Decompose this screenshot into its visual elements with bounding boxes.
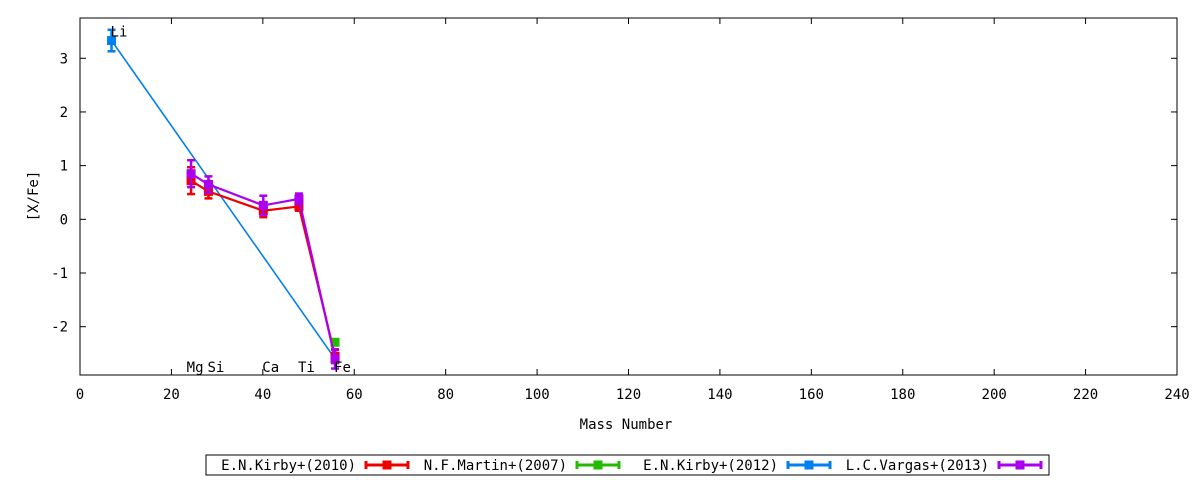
y-tick-label: 3 [60,51,68,67]
plot-border [79,17,1178,376]
x-tick-label: 160 [799,387,824,403]
x-tick-label: 40 [254,387,271,403]
legend-label: L.C.Vargas+(2013) [846,458,989,474]
element-label: Mg [187,360,204,376]
legend-label: N.F.Martin+(2007) [424,458,567,474]
y-tick-label: 2 [60,105,68,121]
element-label: Ca [262,360,279,376]
x-tick-label: 180 [890,387,915,403]
x-tick-label: 0 [76,387,84,403]
y-tick-label: 1 [60,159,68,175]
x-tick-label: 220 [1073,387,1098,403]
y-tick-label: 0 [60,212,68,228]
y-tick-label: -1 [51,266,68,282]
x-tick-label: 60 [346,387,363,403]
x-tick-label: 20 [163,387,180,403]
element-label: Si [207,360,224,376]
x-tick-label: 80 [437,387,454,403]
y-axis-label: [X/Fe] [26,171,42,222]
data-point [294,194,304,204]
x-tick-label: 120 [616,387,641,403]
x-tick-label: 100 [524,387,549,403]
data-point [186,169,196,179]
x-tick-label: 240 [1164,387,1189,403]
series-4 [186,159,340,370]
y-tick-label: -2 [51,320,68,336]
legend-marker [382,460,392,470]
plot-frame [79,17,1178,376]
element-label: Li [111,24,128,40]
y-axis-ticks: -2 -1 0 1 2 3 [51,51,1177,336]
data-point [203,179,213,189]
element-label: Fe [334,360,351,376]
series-layer [107,28,340,370]
legend-label: E.N.Kirby+(2010) [221,458,356,474]
x-tick-label: 140 [707,387,732,403]
x-tick-label: 200 [982,387,1007,403]
legend-marker [593,460,603,470]
data-point [258,200,268,210]
chart: 0 20 40 60 80 100 120 140 160 180 200 220 240 -2 -1 0 1… [26,17,1190,476]
legend-marker [804,460,814,470]
element-label: Ti [298,360,315,376]
x-axis-ticks: 0 20 40 60 80 100 120 140 160 180 200 220 240 [76,18,1190,403]
legend-marker [1015,460,1025,470]
legend-label: E.N.Kirby+(2012) [643,458,778,474]
legend: E.N.Kirby+(2010) N.F.Martin+(2007) E.N.Kir… [205,454,1050,476]
x-axis-label: Mass Number [580,417,673,433]
